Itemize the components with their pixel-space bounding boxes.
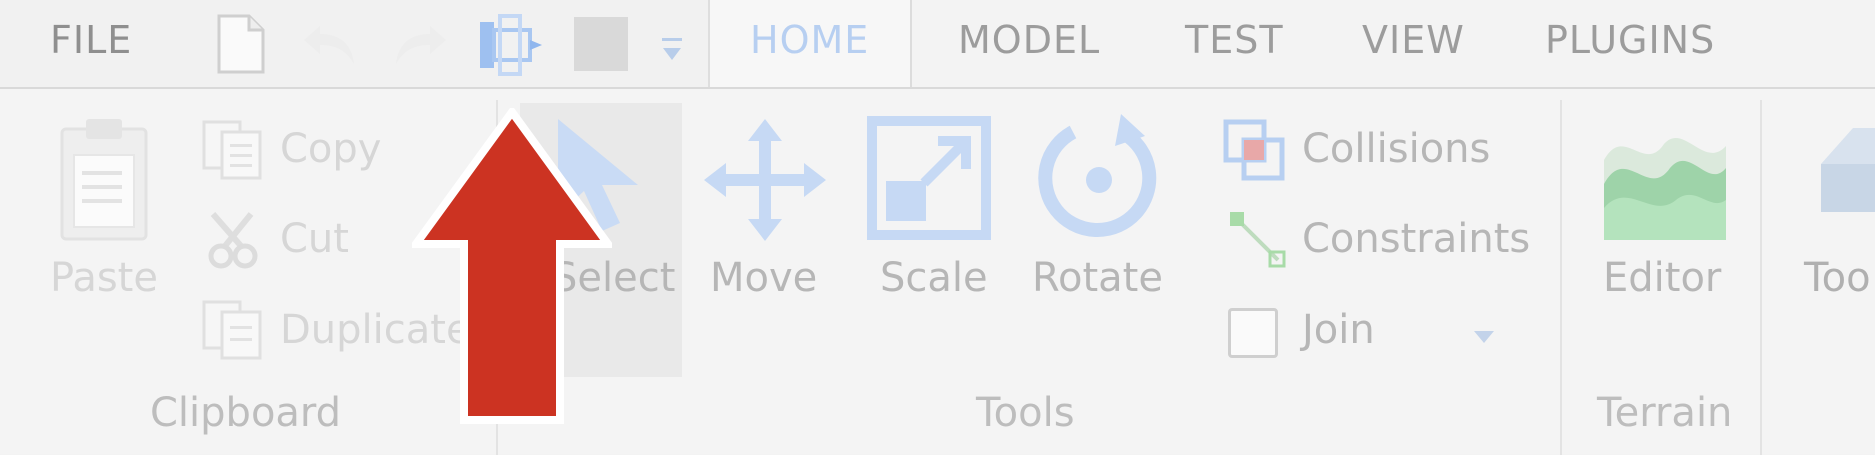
rotate-button[interactable]: Rotate — [1032, 255, 1163, 301]
copy-button[interactable]: Copy — [280, 126, 381, 172]
scale-icon — [867, 116, 991, 240]
tab-model[interactable]: MODEL — [958, 18, 1100, 62]
terrain-editor-button[interactable]: Editor — [1603, 255, 1721, 301]
duplicate-icon — [202, 300, 262, 360]
annotation-arrow-icon — [412, 108, 612, 424]
ribbon-tab-bar: FILE HOME MODEL TEST VIEW PLUGINS — [0, 0, 1875, 89]
copy-icon — [202, 120, 262, 180]
tab-file[interactable]: FILE — [50, 18, 132, 62]
customize-dropdown-icon[interactable] — [660, 36, 684, 64]
constraints-button[interactable]: Constraints — [1302, 216, 1530, 262]
constraints-icon — [1230, 212, 1286, 268]
paste-button[interactable]: Paste — [50, 255, 158, 301]
divider — [1760, 100, 1762, 455]
move-icon — [704, 119, 826, 241]
rotate-icon — [1038, 114, 1157, 237]
collisions-icon — [1223, 119, 1285, 181]
join-checkbox[interactable] — [1228, 308, 1278, 358]
redo-icon[interactable] — [388, 20, 450, 70]
toolbox-button[interactable]: Too — [1804, 255, 1871, 301]
undo-icon[interactable] — [300, 20, 362, 70]
tab-plugins[interactable]: PLUGINS — [1545, 18, 1715, 62]
publish-place-icon[interactable] — [478, 12, 546, 78]
join-label: Join — [1302, 307, 1375, 353]
scale-button[interactable]: Scale — [880, 255, 988, 301]
terrain-group-title: Terrain — [1597, 390, 1733, 436]
tab-view[interactable]: VIEW — [1362, 18, 1465, 62]
cut-button[interactable]: Cut — [280, 216, 349, 262]
cut-icon — [208, 212, 258, 269]
paste-icon — [60, 119, 148, 241]
tab-test[interactable]: TEST — [1185, 18, 1284, 62]
move-button[interactable]: Move — [710, 255, 817, 301]
toolbox-icon — [1821, 128, 1875, 212]
collisions-button[interactable]: Collisions — [1302, 126, 1490, 172]
terrain-editor-icon — [1604, 138, 1726, 240]
chevron-down-icon[interactable] — [1473, 330, 1495, 344]
stop-icon[interactable] — [574, 17, 628, 71]
new-document-icon[interactable] — [215, 14, 267, 76]
divider — [1560, 100, 1562, 455]
tools-group-title: Tools — [976, 390, 1075, 436]
clipboard-group-title: Clipboard — [150, 390, 342, 436]
tab-home[interactable]: HOME — [750, 18, 869, 62]
